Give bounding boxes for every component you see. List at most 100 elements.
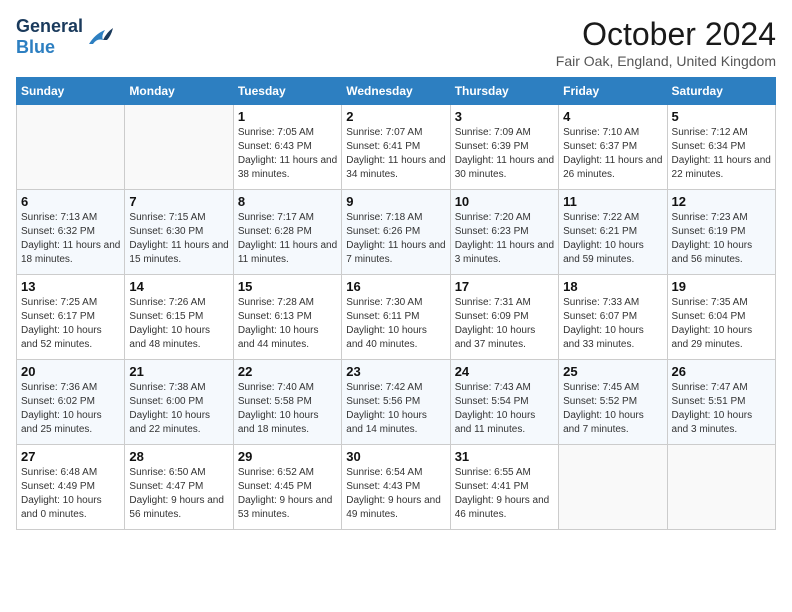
day-number: 15 xyxy=(238,279,337,294)
day-detail: Sunrise: 7:20 AMSunset: 6:23 PMDaylight:… xyxy=(455,211,554,267)
day-number: 6 xyxy=(21,194,120,209)
calendar-week-row: 27 Sunrise: 6:48 AMSunset: 4:49 PMDayligh… xyxy=(17,445,776,530)
day-detail: Sunrise: 7:47 AMSunset: 5:51 PMDaylight:… xyxy=(672,381,771,437)
day-detail: Sunrise: 7:30 AMSunset: 6:11 PMDaylight:… xyxy=(346,296,445,352)
day-number: 23 xyxy=(346,364,445,379)
calendar-cell-day: 7 Sunrise: 7:15 AMSunset: 6:30 PMDaylight… xyxy=(125,190,233,275)
day-number: 29 xyxy=(238,449,337,464)
location: Fair Oak, England, United Kingdom xyxy=(556,53,776,69)
calendar-cell-day: 31Sunrise: 6:55 AMSunset: 4:41 PMDayligh… xyxy=(450,445,558,530)
title-block: October 2024 Fair Oak, England, United K… xyxy=(556,16,776,69)
day-number: 26 xyxy=(672,364,771,379)
day-detail: Sunrise: 7:13 AMSunset: 6:32 PMDaylight:… xyxy=(21,211,120,267)
calendar-cell-day: 24Sunrise: 7:43 AMSunset: 5:54 PMDayligh… xyxy=(450,360,558,445)
day-number: 4 xyxy=(563,109,662,124)
day-number: 30 xyxy=(346,449,445,464)
weekday-header-tuesday: Tuesday xyxy=(233,78,341,105)
day-number: 8 xyxy=(238,194,337,209)
day-detail: Sunrise: 7:18 AMSunset: 6:26 PMDaylight:… xyxy=(346,211,445,267)
calendar-cell-day: 6 Sunrise: 7:13 AMSunset: 6:32 PMDaylight… xyxy=(17,190,125,275)
day-detail: Sunrise: 7:12 AMSunset: 6:34 PMDaylight:… xyxy=(672,126,771,182)
month-title: October 2024 xyxy=(556,16,776,53)
day-number: 18 xyxy=(563,279,662,294)
day-detail: Sunrise: 7:07 AMSunset: 6:41 PMDaylight:… xyxy=(346,126,445,182)
day-number: 2 xyxy=(346,109,445,124)
calendar-cell-day: 29 Sunrise: 6:52 AMSunset: 4:45 PMDayligh… xyxy=(233,445,341,530)
calendar-cell-day: 1Sunrise: 7:05 AMSunset: 6:43 PMDaylight… xyxy=(233,105,341,190)
day-number: 25 xyxy=(563,364,662,379)
calendar-cell-day: 13 Sunrise: 7:25 AMSunset: 6:17 PMDayligh… xyxy=(17,275,125,360)
day-number: 17 xyxy=(455,279,554,294)
calendar-cell-day: 9 Sunrise: 7:18 AMSunset: 6:26 PMDaylight… xyxy=(342,190,450,275)
calendar-cell-day: 19Sunrise: 7:35 AMSunset: 6:04 PMDayligh… xyxy=(667,275,775,360)
day-detail: Sunrise: 6:50 AMSunset: 4:47 PMDaylight:… xyxy=(129,466,228,522)
day-detail: Sunrise: 7:35 AMSunset: 6:04 PMDaylight:… xyxy=(672,296,771,352)
calendar-cell-day: 26 Sunrise: 7:47 AMSunset: 5:51 PMDayligh… xyxy=(667,360,775,445)
day-number: 9 xyxy=(346,194,445,209)
day-detail: Sunrise: 7:23 AMSunset: 6:19 PMDaylight:… xyxy=(672,211,771,267)
day-detail: Sunrise: 6:48 AMSunset: 4:49 PMDaylight:… xyxy=(21,466,120,522)
day-number: 10 xyxy=(455,194,554,209)
day-detail: Sunrise: 7:36 AMSunset: 6:02 PMDaylight:… xyxy=(21,381,120,437)
logo: General Blue xyxy=(16,16,113,58)
weekday-header-thursday: Thursday xyxy=(450,78,558,105)
calendar-cell-day: 25Sunrise: 7:45 AMSunset: 5:52 PMDayligh… xyxy=(559,360,667,445)
calendar-cell-day: 4Sunrise: 7:10 AMSunset: 6:37 PMDaylight… xyxy=(559,105,667,190)
day-detail: Sunrise: 7:15 AMSunset: 6:30 PMDaylight:… xyxy=(129,211,228,267)
day-detail: Sunrise: 7:25 AMSunset: 6:17 PMDaylight:… xyxy=(21,296,120,352)
calendar-table: SundayMondayTuesdayWednesdayThursdayFrid… xyxy=(16,77,776,530)
day-number: 13 xyxy=(21,279,120,294)
day-number: 22 xyxy=(238,364,337,379)
day-number: 28 xyxy=(129,449,228,464)
calendar-week-row: 13 Sunrise: 7:25 AMSunset: 6:17 PMDayligh… xyxy=(17,275,776,360)
weekday-header-saturday: Saturday xyxy=(667,78,775,105)
calendar-cell-day: 18 Sunrise: 7:33 AMSunset: 6:07 PMDayligh… xyxy=(559,275,667,360)
day-detail: Sunrise: 6:54 AMSunset: 4:43 PMDaylight:… xyxy=(346,466,445,522)
calendar-cell-day: 11 Sunrise: 7:22 AMSunset: 6:21 PMDayligh… xyxy=(559,190,667,275)
calendar-cell-empty xyxy=(17,105,125,190)
day-number: 1 xyxy=(238,109,337,124)
calendar-cell-day: 10 Sunrise: 7:20 AMSunset: 6:23 PMDayligh… xyxy=(450,190,558,275)
weekday-header-sunday: Sunday xyxy=(17,78,125,105)
day-detail: Sunrise: 6:52 AMSunset: 4:45 PMDaylight:… xyxy=(238,466,337,522)
day-detail: Sunrise: 7:26 AMSunset: 6:15 PMDaylight:… xyxy=(129,296,228,352)
calendar-cell-day: 27 Sunrise: 6:48 AMSunset: 4:49 PMDayligh… xyxy=(17,445,125,530)
day-number: 20 xyxy=(21,364,120,379)
day-number: 14 xyxy=(129,279,228,294)
calendar-cell-day: 2 Sunrise: 7:07 AMSunset: 6:41 PMDaylight… xyxy=(342,105,450,190)
day-detail: Sunrise: 7:40 AMSunset: 5:58 PMDaylight:… xyxy=(238,381,337,437)
calendar-cell-day: 21 Sunrise: 7:38 AMSunset: 6:00 PMDayligh… xyxy=(125,360,233,445)
calendar-cell-day: 14 Sunrise: 7:26 AMSunset: 6:15 PMDayligh… xyxy=(125,275,233,360)
day-detail: Sunrise: 7:28 AMSunset: 6:13 PMDaylight:… xyxy=(238,296,337,352)
logo-bird-icon xyxy=(85,26,113,48)
day-detail: Sunrise: 7:17 AMSunset: 6:28 PMDaylight:… xyxy=(238,211,337,267)
calendar-cell-day: 20 Sunrise: 7:36 AMSunset: 6:02 PMDayligh… xyxy=(17,360,125,445)
day-number: 11 xyxy=(563,194,662,209)
weekday-header-friday: Friday xyxy=(559,78,667,105)
calendar-cell-day: 16Sunrise: 7:30 AMSunset: 6:11 PMDayligh… xyxy=(342,275,450,360)
day-number: 7 xyxy=(129,194,228,209)
day-number: 27 xyxy=(21,449,120,464)
calendar-week-row: 1Sunrise: 7:05 AMSunset: 6:43 PMDaylight… xyxy=(17,105,776,190)
day-detail: Sunrise: 6:55 AMSunset: 4:41 PMDaylight:… xyxy=(455,466,554,522)
calendar-week-row: 20 Sunrise: 7:36 AMSunset: 6:02 PMDayligh… xyxy=(17,360,776,445)
weekday-header-row: SundayMondayTuesdayWednesdayThursdayFrid… xyxy=(17,78,776,105)
day-number: 3 xyxy=(455,109,554,124)
calendar-cell-day: 22 Sunrise: 7:40 AMSunset: 5:58 PMDayligh… xyxy=(233,360,341,445)
day-detail: Sunrise: 7:33 AMSunset: 6:07 PMDaylight:… xyxy=(563,296,662,352)
day-detail: Sunrise: 7:38 AMSunset: 6:00 PMDaylight:… xyxy=(129,381,228,437)
weekday-header-wednesday: Wednesday xyxy=(342,78,450,105)
day-number: 12 xyxy=(672,194,771,209)
calendar-week-row: 6 Sunrise: 7:13 AMSunset: 6:32 PMDaylight… xyxy=(17,190,776,275)
day-number: 21 xyxy=(129,364,228,379)
day-detail: Sunrise: 7:09 AMSunset: 6:39 PMDaylight:… xyxy=(455,126,554,182)
page-header: General Blue October 2024 Fair Oak, Engl… xyxy=(16,16,776,69)
day-detail: Sunrise: 7:42 AMSunset: 5:56 PMDaylight:… xyxy=(346,381,445,437)
day-number: 5 xyxy=(672,109,771,124)
calendar-cell-empty xyxy=(559,445,667,530)
calendar-cell-day: 8 Sunrise: 7:17 AMSunset: 6:28 PMDaylight… xyxy=(233,190,341,275)
calendar-cell-day: 28 Sunrise: 6:50 AMSunset: 4:47 PMDayligh… xyxy=(125,445,233,530)
calendar-cell-day: 15 Sunrise: 7:28 AMSunset: 6:13 PMDayligh… xyxy=(233,275,341,360)
day-detail: Sunrise: 7:22 AMSunset: 6:21 PMDaylight:… xyxy=(563,211,662,267)
logo-general: General xyxy=(16,16,83,36)
